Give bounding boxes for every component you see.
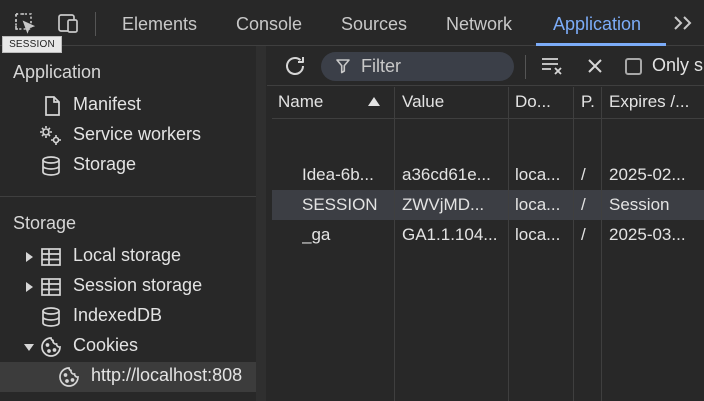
expand-arrow-icon[interactable]: [23, 249, 35, 265]
table-header: Name Value Do... P. Expires /...: [272, 87, 704, 119]
cookie-expires-cell: 2025-02...: [609, 165, 686, 184]
cookie-name-cell: Idea-6b...: [302, 165, 374, 184]
filter-input[interactable]: [361, 55, 506, 77]
column-header-name[interactable]: Name: [278, 92, 368, 112]
expand-arrow-icon[interactable]: [23, 279, 35, 295]
sidebar-item-manifest[interactable]: Manifest: [0, 91, 256, 121]
cookie-path-cell: /: [581, 195, 586, 214]
column-header-domain[interactable]: Do...: [515, 92, 571, 112]
sidebar-item-service-workers[interactable]: Service workers: [0, 121, 256, 151]
cookie-domain-cell: loca...: [515, 225, 561, 244]
tab-sources[interactable]: Sources: [341, 0, 407, 46]
column-header-path[interactable]: P.: [581, 92, 601, 112]
inspect-element-icon[interactable]: [12, 10, 38, 36]
file-icon: [40, 95, 64, 117]
sidebar-item-label: IndexedDB: [73, 305, 163, 325]
sidebar-item-label: Local storage: [73, 245, 182, 265]
sidebar-item-localhost-cookies[interactable]: http://localhost:808: [0, 362, 256, 392]
cookie-icon: [39, 336, 63, 358]
sidebar-scrollbar[interactable]: [256, 46, 266, 401]
sidebar-item-cookies[interactable]: Cookies: [0, 332, 256, 362]
cookie-domain-cell: loca...: [515, 195, 561, 214]
column-header-value[interactable]: Value: [402, 92, 507, 112]
sort-ascending-icon: [368, 97, 380, 106]
tooltip: SESSION: [2, 36, 62, 53]
sidebar-item-session-storage[interactable]: Session storage: [0, 272, 256, 302]
sidebar-item-label: Manifest: [73, 94, 142, 114]
collapse-arrow-icon[interactable]: [23, 339, 35, 355]
filter-icon: [335, 58, 351, 79]
clear-filtered-icon[interactable]: [540, 55, 566, 82]
sidebar-item-indexeddb[interactable]: IndexedDB: [0, 302, 256, 332]
cookie-expires-cell: Session: [609, 195, 670, 214]
cookie-path-cell: /: [581, 165, 586, 184]
only-show-issues-label: Only s: [652, 55, 704, 75]
database-icon: [39, 155, 63, 177]
cookie-path-cell: /: [581, 225, 586, 244]
gears-icon: [39, 125, 63, 147]
sidebar-item-storage[interactable]: Storage: [0, 151, 256, 181]
sidebar-item-label: Storage: [73, 154, 137, 174]
application-section-title: Application: [13, 62, 102, 82]
filter-input-container[interactable]: [321, 52, 514, 81]
clear-all-icon[interactable]: [585, 56, 605, 81]
column-divider[interactable]: [573, 87, 574, 401]
sidebar-item-label: Cookies: [73, 335, 139, 355]
tab-network[interactable]: Network: [446, 0, 512, 46]
cookie-domain-cell: loca...: [515, 165, 561, 184]
toolbar-separator: [95, 12, 96, 36]
tab-elements[interactable]: Elements: [122, 0, 197, 46]
refresh-icon[interactable]: [283, 54, 307, 83]
column-header-expires[interactable]: Expires /...: [609, 92, 704, 112]
column-divider[interactable]: [394, 87, 395, 401]
cookies-toolbar: Only s: [267, 46, 704, 86]
table-row[interactable]: SESSION ZWVjMD... loca... / Session: [272, 190, 704, 220]
device-toolbar-icon[interactable]: [54, 10, 80, 36]
table-row[interactable]: Idea-6b... a36cd61e... loca... / 2025-02…: [272, 160, 704, 190]
column-divider[interactable]: [601, 87, 602, 401]
cookies-table: Name Value Do... P. Expires /... Idea-6b…: [272, 87, 704, 401]
devtools-tab-bar: Elements Console Sources Network Applica…: [0, 0, 704, 46]
toolbar-separator: [525, 55, 526, 79]
sidebar-divider: [0, 196, 256, 197]
cookie-value-cell: GA1.1.104...: [402, 225, 498, 244]
sidebar: Application Manifest Service workers Sto…: [0, 46, 266, 401]
sidebar-item-label: Session storage: [73, 275, 203, 295]
cookie-name-cell: SESSION: [302, 195, 378, 214]
tab-console[interactable]: Console: [236, 0, 302, 46]
sidebar-item-label: Service workers: [73, 124, 202, 144]
storage-section-title: Storage: [13, 213, 77, 233]
more-tabs-icon[interactable]: [670, 10, 696, 36]
grid-icon: [39, 276, 63, 298]
cookie-expires-cell: 2025-03...: [609, 225, 686, 244]
sidebar-item-local-storage[interactable]: Local storage: [0, 242, 256, 272]
cookie-value-cell: ZWVjMD...: [402, 195, 485, 214]
only-show-issues-checkbox[interactable]: [625, 58, 642, 75]
column-divider[interactable]: [508, 87, 509, 401]
table-row[interactable]: _ga GA1.1.104... loca... / 2025-03...: [272, 220, 704, 250]
cookie-value-cell: a36cd61e...: [402, 165, 491, 184]
grid-icon: [39, 246, 63, 268]
cookies-panel: Only s Name Value Do... P. Expires /... …: [267, 46, 704, 401]
sidebar-item-label: http://localhost:808: [91, 365, 243, 385]
database-icon: [39, 306, 63, 328]
cookie-icon: [57, 366, 81, 388]
cookie-name-cell: _ga: [302, 225, 331, 244]
tab-application[interactable]: Application: [553, 0, 641, 46]
